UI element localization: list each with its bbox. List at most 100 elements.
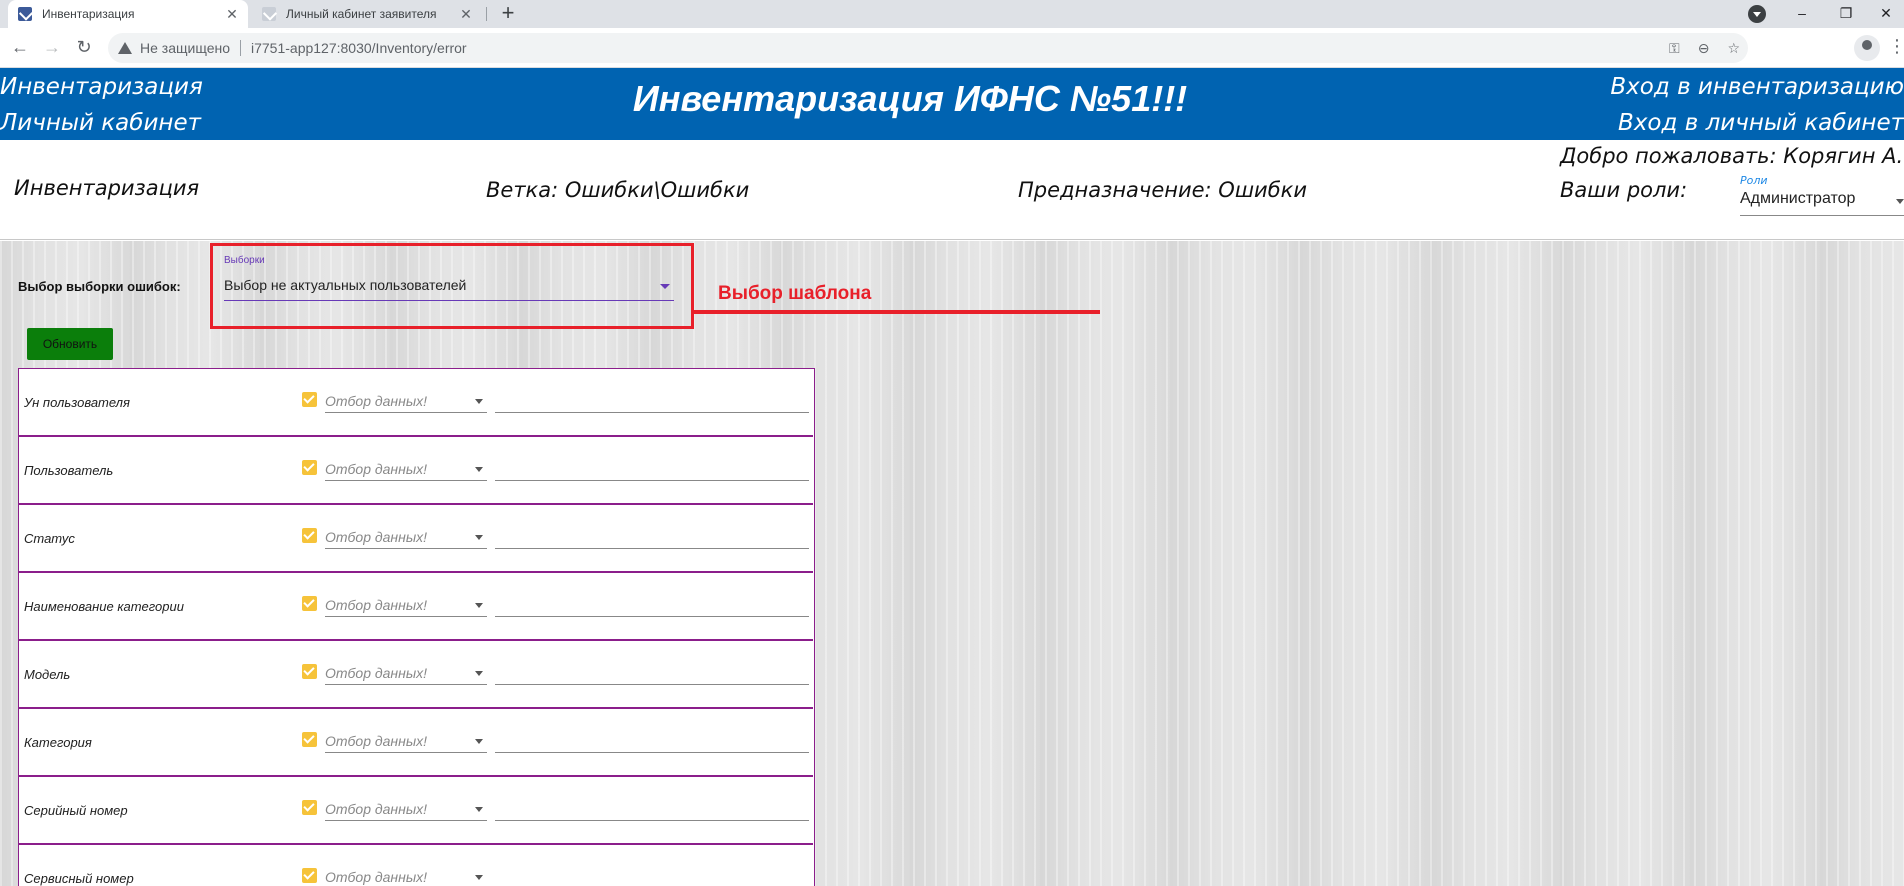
filter-value-input[interactable] <box>495 793 809 821</box>
chevron-down-icon <box>475 467 483 472</box>
tab-search-icon[interactable] <box>1748 5 1766 23</box>
roles-value: Администратор <box>1740 190 1856 207</box>
filter-select[interactable]: Отбор данных! <box>325 725 487 753</box>
filter-placeholder: Отбор данных! <box>325 733 428 749</box>
browser-tabstrip: Инвентаризация ✕ Личный кабинет заявител… <box>0 0 1904 28</box>
filter-label: Категория <box>24 735 92 750</box>
chevron-down-icon <box>475 875 483 880</box>
filter-panel: Ун пользователя Отбор данных! Пользовате… <box>18 368 815 886</box>
filter-label: Сервисный номер <box>24 871 134 886</box>
login-inventory-link[interactable]: Вход в инвентаризацию <box>1610 74 1904 100</box>
close-icon[interactable]: ✕ <box>222 6 242 23</box>
filter-row: Наименование категории Отбор данных! <box>19 573 813 641</box>
window-close-icon[interactable]: ✕ <box>1868 0 1904 28</box>
main-content: Выбор выборки ошибок: Выборки Выбор не а… <box>0 241 1904 886</box>
restore-icon[interactable]: ❐ <box>1828 0 1864 28</box>
filter-select[interactable]: Отбор данных! <box>325 861 487 886</box>
browser-toolbar: ← → ↻ Не защищено i7751-app127:8030/Inve… <box>0 28 1904 68</box>
tab-title: Личный кабинет заявителя <box>286 7 437 21</box>
back-arrow-icon[interactable]: ← <box>8 36 32 60</box>
filter-value-input[interactable] <box>495 453 809 481</box>
chevron-down-icon <box>475 739 483 744</box>
filter-row: Пользователь Отбор данных! <box>19 437 813 505</box>
kebab-menu-icon[interactable]: ⋮ <box>1888 36 1904 57</box>
filter-checkbox[interactable] <box>302 392 317 407</box>
warning-icon[interactable] <box>118 42 132 54</box>
key-icon[interactable]: ⚿ <box>1669 40 1680 57</box>
selection-value: Выбор не актуальных пользователей <box>224 277 467 293</box>
annotation-line <box>694 310 1100 314</box>
filter-placeholder: Отбор данных! <box>325 869 428 885</box>
filter-label: Статус <box>24 531 75 546</box>
filter-placeholder: Отбор данных! <box>325 529 428 545</box>
filter-label: Серийный номер <box>24 803 128 818</box>
login-cabinet-link[interactable]: Вход в личный кабинет <box>1618 110 1904 136</box>
filter-checkbox[interactable] <box>302 664 317 679</box>
filter-select[interactable]: Отбор данных! <box>325 589 487 617</box>
filter-checkbox[interactable] <box>302 460 317 475</box>
new-tab-plus-icon[interactable]: + <box>496 2 520 26</box>
selection-field-label: Выборки <box>224 255 265 266</box>
favicon-icon <box>18 7 32 21</box>
filter-value-input[interactable] <box>495 861 809 886</box>
forward-arrow-icon[interactable]: → <box>40 36 64 60</box>
purpose-text: Предназначение: Ошибки <box>1018 178 1307 202</box>
filter-value-input[interactable] <box>495 385 809 413</box>
filter-row: Серийный номер Отбор данных! <box>19 777 813 845</box>
browser-tab-inventory[interactable]: Инвентаризация ✕ <box>8 0 248 28</box>
chevron-down-icon <box>475 535 483 540</box>
omnibox-actions: ⚿ ⊖ ☆ <box>1669 33 1740 63</box>
filter-label: Ун пользователя <box>24 395 130 410</box>
section-name: Инвентаризация <box>14 176 200 200</box>
filter-select[interactable]: Отбор данных! <box>325 657 487 685</box>
refresh-button[interactable]: Обновить <box>27 328 113 360</box>
address-bar[interactable]: Не защищено i7751-app127:8030/Inventory/… <box>108 33 1748 63</box>
filter-select[interactable]: Отбор данных! <box>325 793 487 821</box>
zoom-icon[interactable]: ⊖ <box>1698 40 1710 57</box>
filter-value-input[interactable] <box>495 725 809 753</box>
filter-placeholder: Отбор данных! <box>325 461 428 477</box>
browser-tab-cabinet[interactable]: Личный кабинет заявителя ✕ <box>252 0 482 28</box>
filter-checkbox[interactable] <box>302 732 317 747</box>
branch-path: Ветка: Ошибки\Ошибки <box>486 178 750 202</box>
filter-row: Модель Отбор данных! <box>19 641 813 709</box>
chevron-down-icon <box>475 807 483 812</box>
security-status[interactable]: Не защищено <box>140 40 230 56</box>
selection-label: Выбор выборки ошибок: <box>18 279 181 294</box>
roles-field-label: Роли <box>1740 174 1768 187</box>
filter-row: Статус Отбор данных! <box>19 505 813 573</box>
filter-row: Сервисный номер Отбор данных! <box>19 845 813 886</box>
chevron-down-icon <box>475 399 483 404</box>
tab-separator <box>486 7 487 21</box>
filter-select[interactable]: Отбор данных! <box>325 453 487 481</box>
url-text[interactable]: i7751-app127:8030/Inventory/error <box>251 40 467 56</box>
filter-checkbox[interactable] <box>302 528 317 543</box>
page-title: Инвентаризация ИФНС №51!!! <box>632 78 1188 119</box>
filter-checkbox[interactable] <box>302 800 317 815</box>
filter-value-input[interactable] <box>495 657 809 685</box>
filter-value-input[interactable] <box>495 521 809 549</box>
filter-label: Наименование категории <box>24 599 184 614</box>
filter-row: Ун пользователя Отбор данных! <box>19 369 813 437</box>
roles-select[interactable]: Администратор <box>1740 190 1904 216</box>
filter-value-input[interactable] <box>495 589 809 617</box>
filter-select[interactable]: Отбор данных! <box>325 385 487 413</box>
filter-placeholder: Отбор данных! <box>325 665 428 681</box>
filter-select[interactable]: Отбор данных! <box>325 521 487 549</box>
roles-caption: Ваши роли: <box>1560 178 1688 202</box>
welcome-text: Добро пожаловать: Корягин А.С. <box>1560 144 1904 168</box>
star-icon[interactable]: ☆ <box>1727 40 1740 57</box>
filter-checkbox[interactable] <box>302 596 317 611</box>
profile-avatar-icon[interactable] <box>1854 35 1880 61</box>
reload-icon[interactable]: ↻ <box>72 36 96 60</box>
omnibox-divider <box>240 40 241 56</box>
filter-checkbox[interactable] <box>302 868 317 883</box>
chevron-down-icon <box>475 603 483 608</box>
filter-placeholder: Отбор данных! <box>325 393 428 409</box>
chevron-down-icon <box>475 671 483 676</box>
chevron-down-icon <box>660 284 670 289</box>
close-icon[interactable]: ✕ <box>456 6 476 23</box>
minimize-icon[interactable]: – <box>1784 0 1820 28</box>
filter-label: Пользователь <box>24 463 114 478</box>
selection-select[interactable]: Выборки Выбор не актуальных пользователе… <box>224 253 674 301</box>
